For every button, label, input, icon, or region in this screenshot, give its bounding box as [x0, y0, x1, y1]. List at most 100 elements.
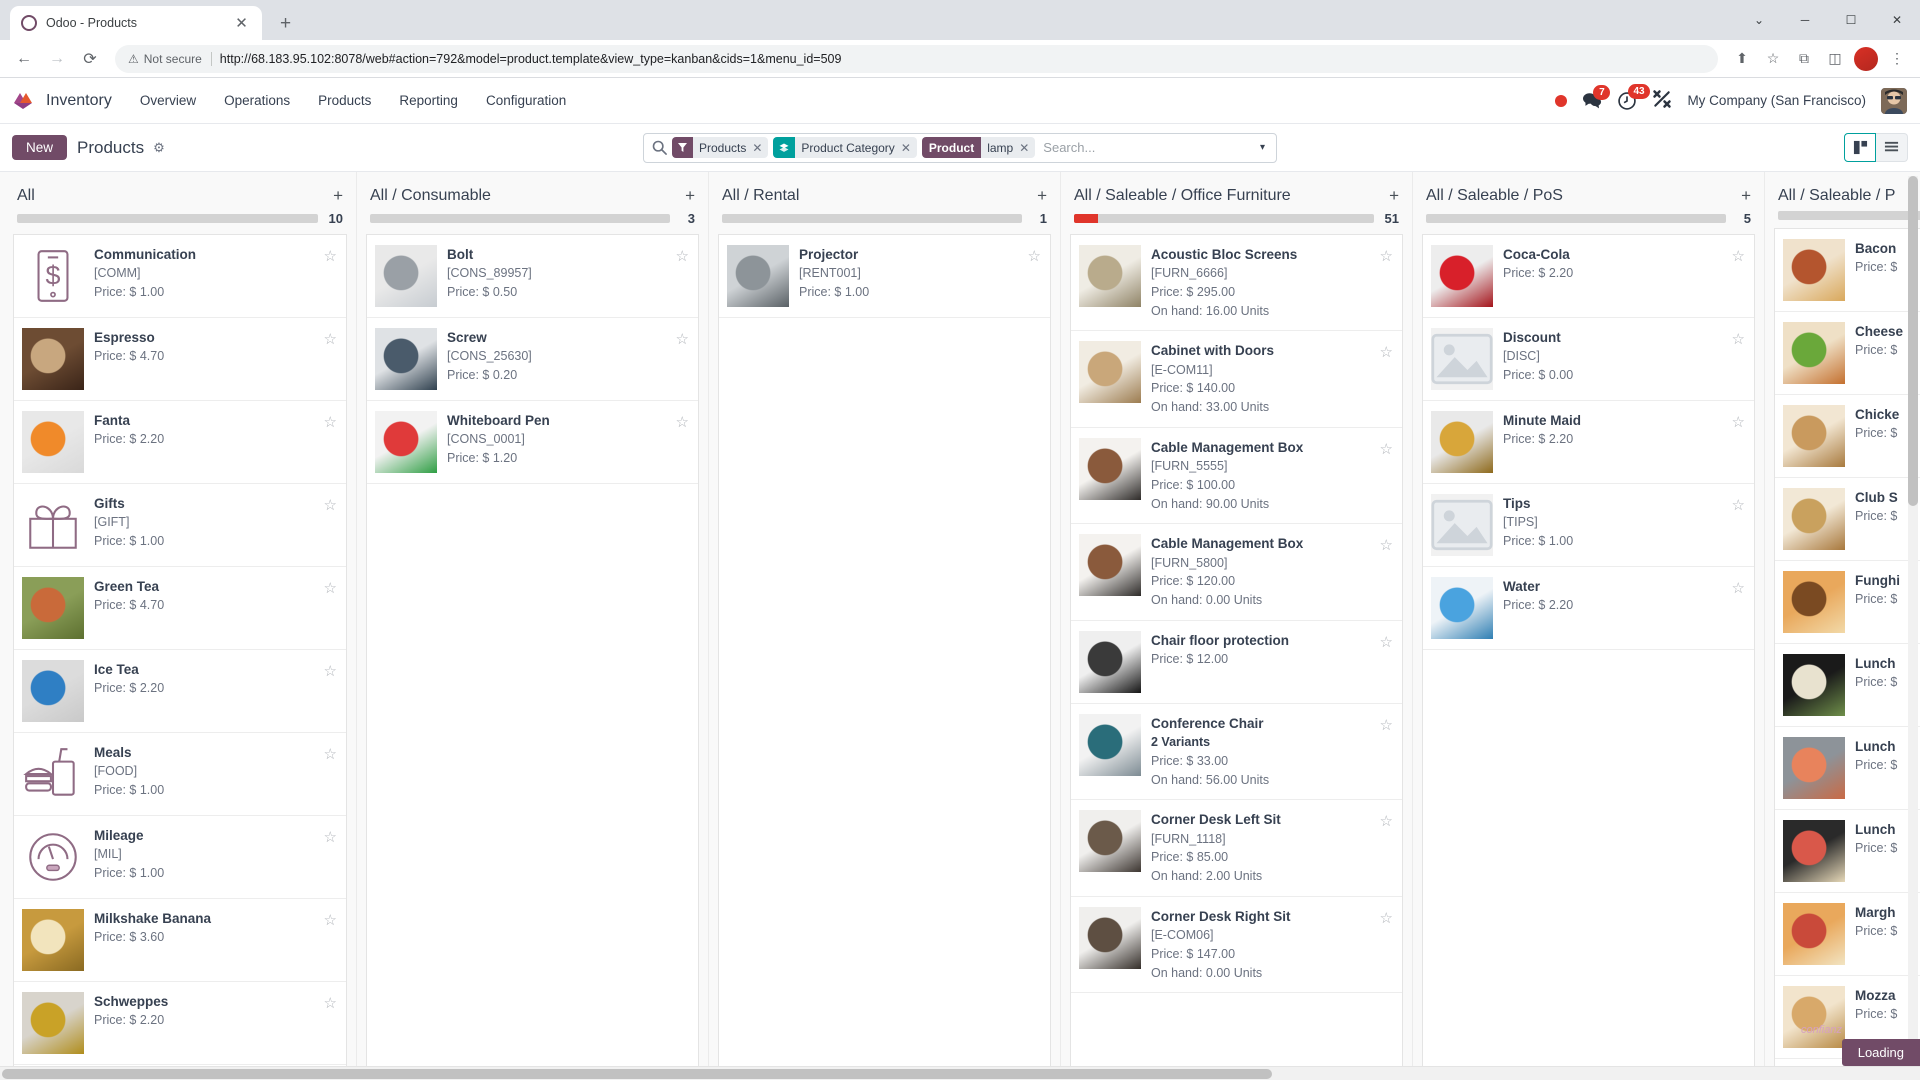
product-card[interactable]: Conference Chair 2 Variants Price: $ 33.00… — [1071, 703, 1402, 801]
horizontal-scrollbar-thumb[interactable] — [2, 1069, 1272, 1079]
product-card[interactable]: ChickePrice: $☆ — [1775, 395, 1920, 478]
progress-segment[interactable] — [1074, 214, 1098, 223]
product-card[interactable]: CheesePrice: $☆ — [1775, 312, 1920, 395]
list-view-button[interactable] — [1876, 133, 1908, 162]
new-tab-button[interactable]: + — [276, 13, 295, 34]
search-bar[interactable]: Products ✕ Product Category ✕ Product la… — [643, 132, 1277, 163]
favorite-star-icon[interactable]: ☆ — [324, 743, 337, 763]
product-card[interactable]: Mileage [MIL] Price: $ 1.00 ☆ — [14, 816, 346, 899]
product-card[interactable]: Cable Management Box [FURN_5800] Price: $ … — [1071, 524, 1402, 621]
product-card[interactable]: Meals [FOOD] Price: $ 1.00 ☆ — [14, 733, 346, 816]
favorite-star-icon[interactable]: ☆ — [1380, 438, 1393, 458]
window-close-button[interactable]: ✕ — [1874, 0, 1920, 40]
product-card[interactable]: Water Price: $ 2.20 ☆ — [1423, 567, 1754, 650]
favorite-star-icon[interactable]: ☆ — [1380, 907, 1393, 927]
search-facet-product-category[interactable]: Product Category ✕ — [773, 137, 917, 158]
product-card[interactable]: Green Tea Price: $ 4.70 ☆ — [14, 567, 346, 650]
product-card[interactable]: Acoustic Bloc Screens [FURN_6666] Price: $… — [1071, 235, 1402, 332]
favorite-star-icon[interactable]: ☆ — [324, 494, 337, 514]
favorite-star-icon[interactable]: ☆ — [324, 660, 337, 680]
debug-tools-button[interactable] — [1652, 89, 1672, 112]
user-avatar[interactable] — [1881, 87, 1907, 114]
product-card[interactable]: Chair floor protection Price: $ 12.00 ☆ — [1071, 620, 1402, 704]
product-card[interactable]: Club SPrice: $☆ — [1775, 478, 1920, 561]
search-dropdown-toggle-icon[interactable]: ▾ — [1255, 142, 1270, 153]
favorite-star-icon[interactable]: ☆ — [676, 245, 689, 265]
company-switcher[interactable]: My Company (San Francisco) — [1687, 93, 1866, 108]
favorite-star-icon[interactable]: ☆ — [1732, 577, 1745, 597]
window-minimize-button[interactable]: ─ — [1782, 0, 1828, 40]
product-card[interactable]: Corner Desk Left Sit [FURN_1118] Price: $ … — [1071, 800, 1402, 897]
kanban-board[interactable]: All +10 $ Communication [COMM] Price: $ 1.00 ☆… — [0, 172, 1920, 1080]
browser-chevron-down-icon[interactable]: ⌄ — [1736, 0, 1782, 40]
add-record-to-column-icon[interactable]: + — [1029, 186, 1047, 206]
product-card[interactable]: Discount [DISC] Price: $ 0.00 ☆ — [1423, 318, 1754, 401]
product-card[interactable]: Cable Management Box [FURN_5555] Price: $ … — [1071, 427, 1402, 525]
activities-button[interactable]: 43 — [1617, 83, 1650, 111]
add-record-to-column-icon[interactable]: + — [1381, 186, 1399, 206]
favorite-star-icon[interactable]: ☆ — [1732, 245, 1745, 265]
browser-tab[interactable]: Odoo - Products ✕ — [10, 6, 262, 40]
favorite-star-icon[interactable]: ☆ — [1380, 341, 1393, 361]
gear-icon[interactable]: ⚙ — [153, 140, 165, 156]
favorite-star-icon[interactable]: ☆ — [324, 328, 337, 348]
favorite-star-icon[interactable]: ☆ — [1380, 534, 1393, 554]
product-card[interactable]: Cabinet with Doors [E-COM11] Price: $ 140.… — [1071, 331, 1402, 428]
product-card[interactable]: Tips [TIPS] Price: $ 1.00 ☆ — [1423, 484, 1754, 567]
browser-profile-avatar[interactable] — [1852, 45, 1880, 73]
search-facet-products[interactable]: Products ✕ — [672, 137, 769, 158]
side-panel-icon[interactable]: ◫ — [1821, 45, 1849, 73]
add-record-to-column-icon[interactable]: + — [677, 186, 695, 206]
horizontal-scrollbar[interactable] — [0, 1066, 1920, 1080]
favorite-star-icon[interactable]: ☆ — [676, 411, 689, 431]
product-card[interactable]: LunchPrice: $☆ — [1775, 727, 1920, 810]
progress-bar[interactable] — [1074, 214, 1374, 223]
add-record-to-column-icon[interactable]: + — [1733, 186, 1751, 206]
product-card[interactable]: Minute Maid Price: $ 2.20 ☆ — [1423, 401, 1754, 484]
progress-bar[interactable] — [1426, 214, 1726, 223]
window-maximize-button[interactable]: ☐ — [1828, 0, 1874, 40]
menu-item-configuration[interactable]: Configuration — [472, 87, 580, 114]
vertical-scrollbar[interactable] — [1908, 176, 1918, 1064]
favorite-star-icon[interactable]: ☆ — [1380, 714, 1393, 734]
favorite-star-icon[interactable]: ☆ — [1380, 245, 1393, 265]
search-facet-product-lamp[interactable]: Product lamp ✕ — [921, 137, 1036, 158]
address-bar[interactable]: ⚠ Not secure http://68.183.95.102:8078/w… — [115, 44, 1718, 73]
product-card[interactable]: Corner Desk Right Sit [E-COM06] Price: $ 1… — [1071, 896, 1402, 994]
progress-bar[interactable] — [17, 214, 318, 223]
menu-item-operations[interactable]: Operations — [210, 87, 304, 114]
favorite-star-icon[interactable]: ☆ — [324, 245, 337, 265]
product-card[interactable]: Coca-Cola Price: $ 2.20 ☆ — [1423, 235, 1754, 318]
favorite-star-icon[interactable]: ☆ — [1028, 245, 1041, 265]
product-card[interactable]: MarghPrice: $☆ — [1775, 893, 1920, 976]
progress-bar[interactable] — [370, 214, 670, 223]
kanban-column[interactable]: All / Saleable / PoS +5 Coca-Cola Price: $ … — [1412, 172, 1764, 1080]
back-button[interactable]: ← — [9, 44, 39, 74]
remove-facet-icon[interactable]: ✕ — [901, 141, 911, 155]
product-card[interactable]: $ Communication [COMM] Price: $ 1.00 ☆ — [14, 235, 346, 318]
kanban-column[interactable]: All +10 $ Communication [COMM] Price: $ 1.00 ☆… — [4, 172, 356, 1080]
product-card[interactable]: Gifts [GIFT] Price: $ 1.00 ☆ — [14, 484, 346, 567]
favorite-star-icon[interactable]: ☆ — [324, 909, 337, 929]
product-card[interactable]: Milkshake Banana Price: $ 3.60 ☆ — [14, 899, 346, 982]
product-card[interactable]: Projector [RENT001] Price: $ 1.00 ☆ — [719, 235, 1050, 318]
extensions-icon[interactable]: ⧉ — [1790, 45, 1818, 73]
product-card[interactable]: FunghiPrice: $☆ — [1775, 561, 1920, 644]
menu-item-overview[interactable]: Overview — [126, 87, 210, 114]
remove-facet-icon[interactable]: ✕ — [752, 141, 762, 155]
favorite-star-icon[interactable]: ☆ — [324, 826, 337, 846]
menu-item-products[interactable]: Products — [304, 87, 385, 114]
product-card[interactable]: Fanta Price: $ 2.20 ☆ — [14, 401, 346, 484]
kanban-view-button[interactable] — [1844, 133, 1876, 162]
favorite-star-icon[interactable]: ☆ — [676, 328, 689, 348]
new-record-button[interactable]: New — [12, 135, 68, 160]
product-card[interactable]: Espresso Price: $ 4.70 ☆ — [14, 318, 346, 401]
product-card[interactable]: Schweppes Price: $ 2.20 ☆ — [14, 982, 346, 1065]
forward-button[interactable]: → — [42, 44, 72, 74]
kanban-column[interactable]: All / Rental +1 Projector [RENT001] Price: $… — [708, 172, 1060, 1080]
favorite-star-icon[interactable]: ☆ — [1732, 328, 1745, 348]
menu-item-reporting[interactable]: Reporting — [385, 87, 472, 114]
share-icon[interactable]: ⬆ — [1728, 45, 1756, 73]
remove-facet-icon[interactable]: ✕ — [1019, 141, 1029, 155]
progress-bar[interactable] — [722, 214, 1022, 223]
